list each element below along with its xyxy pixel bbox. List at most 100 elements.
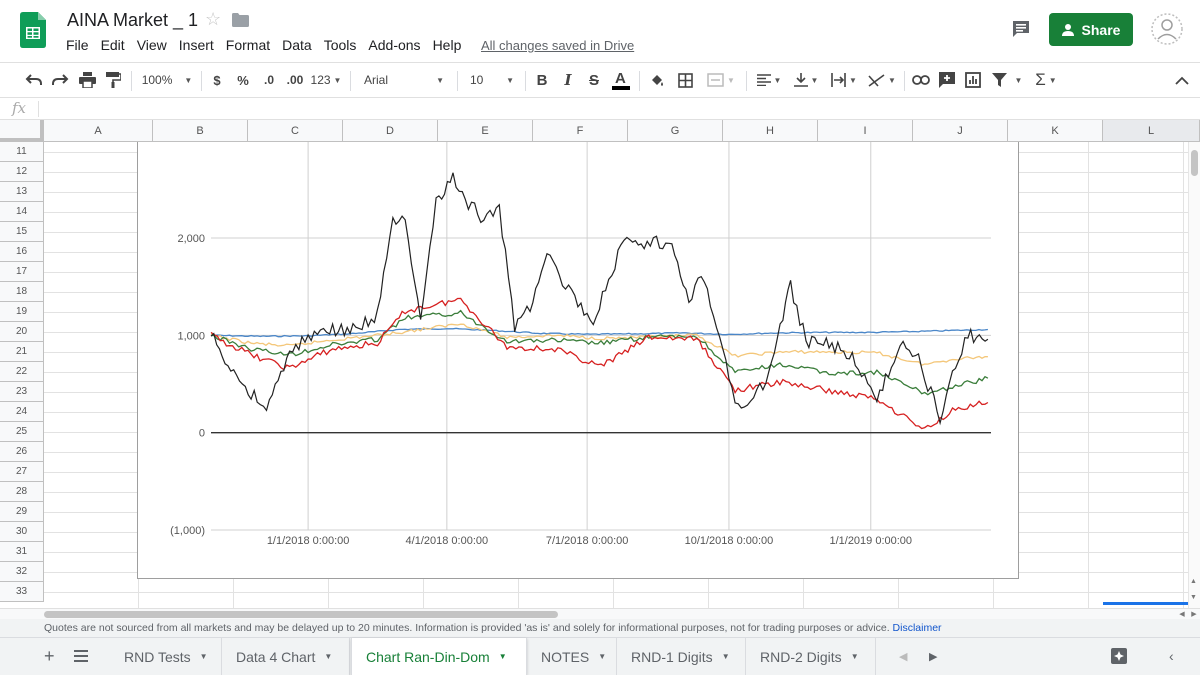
scroll-up-arrow-icon[interactable]: ▲ bbox=[1190, 578, 1197, 585]
row-header[interactable]: 15 bbox=[0, 222, 44, 242]
filter-button[interactable]: ▼ bbox=[988, 63, 1026, 97]
row-header[interactable]: 27 bbox=[0, 462, 44, 482]
increase-decimal-button[interactable]: .00 bbox=[283, 63, 307, 97]
star-icon[interactable]: ☆ bbox=[205, 9, 221, 30]
add-sheet-button[interactable]: + bbox=[44, 646, 55, 667]
menu-insert[interactable]: Insert bbox=[173, 36, 220, 56]
column-header-b[interactable]: B bbox=[153, 120, 248, 142]
column-header-l[interactable]: L bbox=[1103, 120, 1200, 142]
row-header[interactable]: 33 bbox=[0, 582, 44, 602]
print-button[interactable] bbox=[75, 63, 99, 97]
line-chart[interactable]: (1,000) 0 1,000 2,000 1/1/2018 0:00:00 4/1/20… bbox=[137, 142, 1019, 579]
borders-button[interactable] bbox=[674, 63, 696, 97]
font-size-select[interactable]: 10 ▼ bbox=[464, 63, 520, 97]
merge-cells-button[interactable]: ▼ bbox=[702, 63, 740, 97]
column-header-e[interactable]: E bbox=[438, 120, 533, 142]
currency-button[interactable]: $ bbox=[207, 63, 227, 97]
strikethrough-button[interactable]: S bbox=[584, 63, 604, 97]
redo-button[interactable] bbox=[48, 63, 72, 97]
column-header-a[interactable]: A bbox=[44, 120, 153, 142]
tabs-scroll-right-icon[interactable]: ▶ bbox=[929, 638, 937, 675]
row-header[interactable]: 11 bbox=[0, 142, 44, 162]
insert-comment-button[interactable] bbox=[936, 63, 958, 97]
text-rotation-button[interactable]: ▼ bbox=[865, 63, 899, 97]
collapse-menus-button[interactable] bbox=[1172, 63, 1192, 97]
align-vertical-button[interactable]: ▼ bbox=[790, 63, 822, 97]
menu-edit[interactable]: Edit bbox=[95, 36, 131, 56]
horizontal-scroll-thumb[interactable] bbox=[44, 611, 558, 618]
row-header[interactable]: 22 bbox=[0, 362, 44, 382]
vertical-scrollbar[interactable]: ▲ ▼ bbox=[1188, 142, 1200, 608]
sheets-logo-icon[interactable] bbox=[20, 12, 46, 48]
avatar[interactable] bbox=[1150, 12, 1184, 46]
decrease-decimal-button[interactable]: .0 bbox=[258, 63, 280, 97]
zoom-select[interactable]: 100% ▼ bbox=[140, 63, 194, 97]
menu-tools[interactable]: Tools bbox=[318, 36, 363, 56]
all-sheets-button[interactable] bbox=[72, 647, 90, 665]
tab-rnd-tests[interactable]: RND Tests ▼ bbox=[110, 638, 222, 675]
tab-chart-ran-din-dom[interactable]: Chart Ran-Din-Dom ▼ bbox=[351, 638, 527, 675]
row-header[interactable]: 16 bbox=[0, 242, 44, 262]
comments-icon[interactable] bbox=[1011, 19, 1031, 39]
tab-notes[interactable]: NOTES ▼ bbox=[527, 638, 617, 675]
menu-data[interactable]: Data bbox=[276, 36, 318, 56]
vertical-scroll-thumb[interactable] bbox=[1191, 150, 1198, 176]
percent-button[interactable]: % bbox=[233, 63, 253, 97]
row-header[interactable]: 12 bbox=[0, 162, 44, 182]
insert-link-button[interactable] bbox=[910, 63, 932, 97]
text-wrap-button[interactable]: ▼ bbox=[828, 63, 860, 97]
column-header-c[interactable]: C bbox=[248, 120, 343, 142]
row-header[interactable]: 29 bbox=[0, 502, 44, 522]
row-header[interactable]: 32 bbox=[0, 562, 44, 582]
column-header-d[interactable]: D bbox=[343, 120, 438, 142]
column-header-k[interactable]: K bbox=[1008, 120, 1103, 142]
undo-button[interactable] bbox=[22, 63, 46, 97]
menu-format[interactable]: Format bbox=[220, 36, 276, 56]
row-header[interactable]: 25 bbox=[0, 422, 44, 442]
column-header-g[interactable]: G bbox=[628, 120, 723, 142]
row-header[interactable]: 17 bbox=[0, 262, 44, 282]
horizontal-scrollbar[interactable]: ◀ ▶ bbox=[0, 608, 1200, 619]
collapse-panel-chevron-icon[interactable]: ‹ bbox=[1169, 648, 1174, 664]
explore-icon[interactable] bbox=[1110, 647, 1128, 665]
row-header[interactable]: 18 bbox=[0, 282, 44, 302]
font-select[interactable]: Arial ▼ bbox=[358, 63, 450, 97]
more-formats-button[interactable]: 123 ▼ bbox=[310, 63, 342, 97]
save-status[interactable]: All changes saved in Drive bbox=[481, 38, 634, 53]
tab-rnd-1-digits[interactable]: RND-1 Digits ▼ bbox=[617, 638, 746, 675]
insert-chart-button[interactable] bbox=[962, 63, 984, 97]
disclaimer-link[interactable]: Disclaimer bbox=[893, 622, 942, 634]
fill-color-button[interactable] bbox=[646, 63, 668, 97]
functions-button[interactable]: Σ ▼ bbox=[1030, 63, 1062, 97]
row-header[interactable]: 23 bbox=[0, 382, 44, 402]
tabs-scroll-left-icon[interactable]: ◀ bbox=[899, 638, 907, 675]
row-header[interactable]: 26 bbox=[0, 442, 44, 462]
scroll-left-arrow-icon[interactable]: ◀ bbox=[1177, 610, 1187, 619]
row-header[interactable]: 21 bbox=[0, 342, 44, 362]
row-header[interactable]: 24 bbox=[0, 402, 44, 422]
menu-view[interactable]: View bbox=[131, 36, 173, 56]
formula-input[interactable] bbox=[44, 101, 1184, 117]
row-header[interactable]: 31 bbox=[0, 542, 44, 562]
column-header-f[interactable]: F bbox=[533, 120, 628, 142]
column-header-i[interactable]: I bbox=[818, 120, 913, 142]
scroll-down-arrow-icon[interactable]: ▼ bbox=[1190, 594, 1197, 601]
menu-help[interactable]: Help bbox=[427, 36, 468, 56]
folder-icon[interactable] bbox=[232, 13, 249, 27]
menu-file[interactable]: File bbox=[60, 36, 95, 56]
document-title[interactable]: AINA Market _ 1 bbox=[67, 10, 198, 31]
align-horizontal-button[interactable]: ▼ bbox=[754, 63, 784, 97]
row-header[interactable]: 14 bbox=[0, 202, 44, 222]
paint-format-button[interactable] bbox=[101, 63, 125, 97]
row-header[interactable]: 28 bbox=[0, 482, 44, 502]
row-header[interactable]: 13 bbox=[0, 182, 44, 202]
scroll-right-arrow-icon[interactable]: ▶ bbox=[1189, 610, 1199, 619]
share-button[interactable]: Share bbox=[1049, 13, 1133, 46]
text-color-button[interactable]: A bbox=[610, 63, 632, 97]
italic-button[interactable]: I bbox=[558, 63, 578, 97]
tab-rnd-2-digits[interactable]: RND-2 Digits ▼ bbox=[746, 638, 876, 675]
select-all-corner[interactable] bbox=[0, 120, 44, 142]
row-header[interactable]: 20 bbox=[0, 322, 44, 342]
row-header[interactable]: 30 bbox=[0, 522, 44, 542]
bold-button[interactable]: B bbox=[532, 63, 552, 97]
